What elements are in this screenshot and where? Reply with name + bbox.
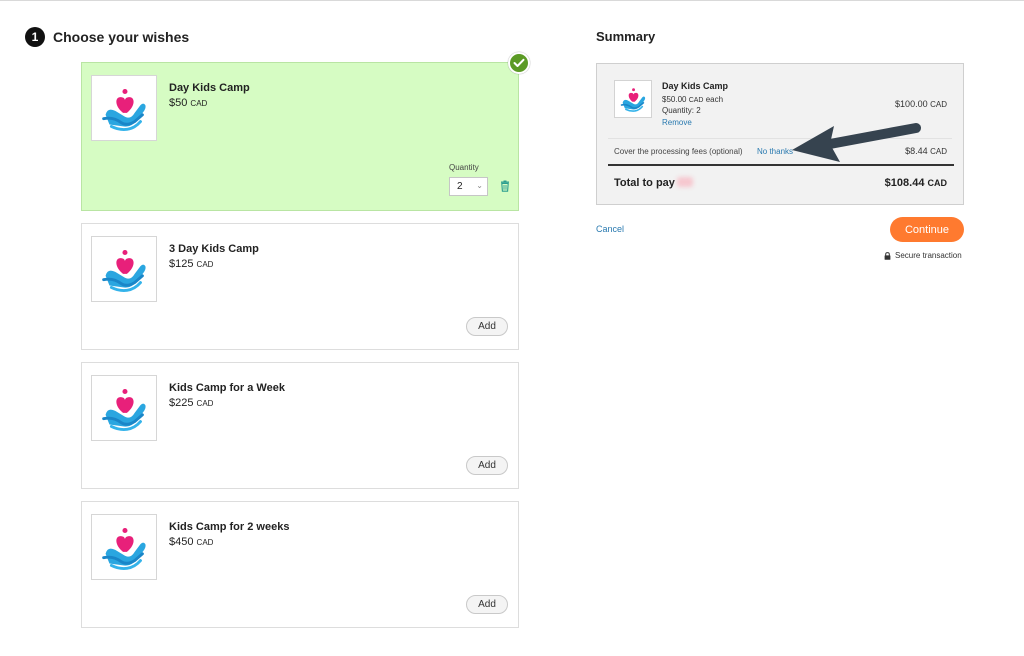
add-button[interactable]: Add xyxy=(466,456,508,475)
top-border xyxy=(0,0,1024,1)
hand-heart-icon xyxy=(91,375,157,441)
wish-card-kids-camp-week[interactable]: Kids Camp for a Week $225 CAD Add xyxy=(81,362,519,489)
wish-price: $225 CAD xyxy=(169,397,214,409)
quantity-select[interactable]: 2 ⌄ xyxy=(449,177,488,196)
total-amount: $108.44 CAD xyxy=(884,177,947,189)
lock-icon xyxy=(884,251,891,260)
step-heading: 1 Choose your wishes xyxy=(25,27,189,47)
summary-title: Summary xyxy=(596,29,656,44)
annotation-arrow-icon xyxy=(792,123,921,162)
trash-icon[interactable] xyxy=(499,180,511,192)
no-thanks-link[interactable]: No thanks xyxy=(757,147,793,156)
continue-button[interactable]: Continue xyxy=(890,217,964,242)
wish-card-day-kids-camp[interactable]: Day Kids Camp $50 CAD Quantity 2 ⌄ xyxy=(81,62,519,211)
wish-card-3-day-kids-camp[interactable]: 3 Day Kids Camp $125 CAD Add xyxy=(81,223,519,350)
wish-price: $50 CAD xyxy=(169,97,208,109)
hand-heart-icon xyxy=(614,80,652,118)
wish-name: Day Kids Camp xyxy=(169,82,250,94)
quantity-label: Quantity xyxy=(449,163,479,172)
hand-heart-icon xyxy=(91,236,157,302)
step-number-badge: 1 xyxy=(25,27,45,47)
total-label: Total to pay xyxy=(614,177,693,189)
summary-line-total: $100.00 CAD xyxy=(895,99,947,109)
remove-link[interactable]: Remove xyxy=(662,118,692,127)
hand-heart-icon xyxy=(91,75,157,141)
redacted-blur xyxy=(676,177,693,187)
processing-fee-label: Cover the processing fees (optional) xyxy=(614,147,743,156)
wish-price: $450 CAD xyxy=(169,536,214,548)
secure-label: Secure transaction xyxy=(895,251,962,260)
step-title: Choose your wishes xyxy=(53,29,190,45)
add-button[interactable]: Add xyxy=(466,317,508,336)
wish-name: 3 Day Kids Camp xyxy=(169,243,259,255)
wish-name: Kids Camp for 2 weeks xyxy=(169,521,290,533)
cancel-link[interactable]: Cancel xyxy=(596,224,624,234)
check-icon xyxy=(508,52,530,74)
wish-price: $125 CAD xyxy=(169,258,214,270)
wish-card-kids-camp-2-weeks[interactable]: Kids Camp for 2 weeks $450 CAD Add xyxy=(81,501,519,628)
add-button[interactable]: Add xyxy=(466,595,508,614)
summary-item-name: Day Kids Camp xyxy=(662,81,729,91)
hand-heart-icon xyxy=(91,514,157,580)
wish-name: Kids Camp for a Week xyxy=(169,382,285,394)
summary-quantity: Quantity: 2 xyxy=(662,106,701,115)
chevron-down-icon: ⌄ xyxy=(476,181,483,190)
summary-unit-price: $50.00 CAD each xyxy=(662,95,724,104)
secure-transaction-note: Secure transaction xyxy=(884,251,962,260)
